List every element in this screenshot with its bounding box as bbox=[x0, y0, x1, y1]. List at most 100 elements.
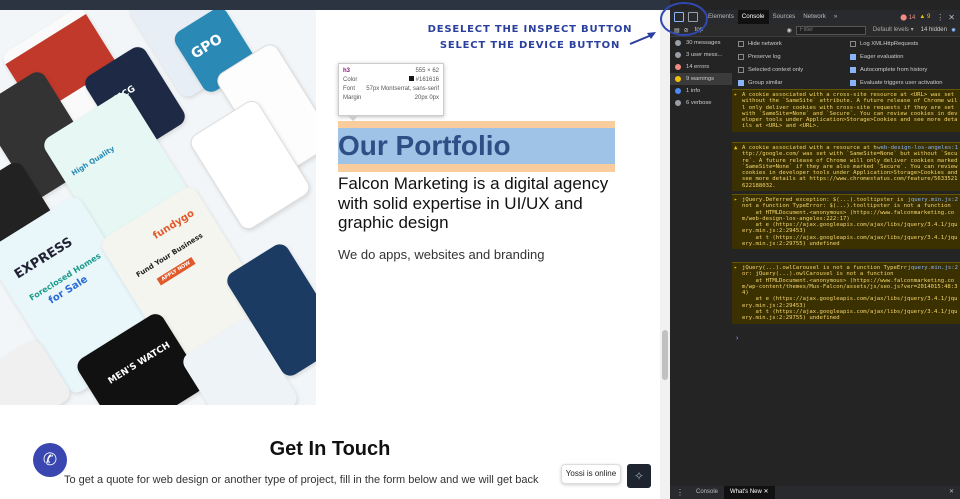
chat-avatar-button[interactable]: ✧ bbox=[627, 464, 651, 488]
tooltip-color-value: #161616 bbox=[415, 77, 439, 83]
agency-tagline: Falcon Marketing is a digital agency wit… bbox=[338, 174, 609, 232]
expand-arrow-icon[interactable]: ▸ bbox=[734, 92, 737, 98]
tooltip-size: 555 × 62 bbox=[415, 68, 439, 74]
console-sidebar-item[interactable]: 14 errors bbox=[670, 61, 732, 73]
checkbox-icon bbox=[850, 54, 856, 60]
console-messages: ▸ A cookie associated with a cross-site r… bbox=[732, 89, 960, 489]
console-warning-message[interactable]: ▸ jquery.min.js:2 jQuery.Deferred exceptio… bbox=[732, 194, 960, 250]
inspector-tooltip: h3 555 × 62 Color #161616 Font 57px Montser… bbox=[338, 63, 444, 116]
setting-label: Hide network bbox=[748, 41, 782, 47]
message-source-link[interactable]: jquery.min.js:2 bbox=[907, 265, 958, 271]
expand-arrow-icon[interactable]: ▸ bbox=[734, 197, 737, 203]
checkbox-icon bbox=[738, 80, 744, 86]
tooltip-margin-label: Margin bbox=[343, 95, 362, 101]
console-sidebar: 30 messages 3 user mess... 14 errors 9 warn… bbox=[670, 37, 732, 111]
tab-console[interactable]: Console bbox=[737, 10, 769, 24]
browser-top-bar bbox=[0, 0, 670, 10]
console-setting-checkbox[interactable]: Preserve log bbox=[738, 52, 781, 62]
console-warning-message[interactable]: ▲ web-design-los-angeles:1 A cookie associ… bbox=[732, 142, 960, 192]
console-settings: Hide network Log XMLHttpRequests Preserve … bbox=[734, 37, 960, 89]
page-scrollbar-thumb[interactable] bbox=[662, 330, 668, 380]
collage-text: GPO bbox=[188, 31, 226, 63]
error-count-badge[interactable]: ⬤ 14 bbox=[900, 14, 915, 21]
annotation-circle bbox=[660, 2, 708, 36]
setting-label: Preserve log bbox=[748, 54, 781, 60]
collage-text: MEN'S WATCH bbox=[106, 340, 173, 387]
close-drawer-icon[interactable]: ✕ bbox=[943, 486, 960, 499]
console-filter-input[interactable] bbox=[795, 25, 866, 35]
portfolio-heading: Our Portfolio bbox=[338, 130, 511, 161]
message-level-icon bbox=[675, 52, 681, 58]
console-sidebar-item[interactable]: 6 verbose bbox=[670, 97, 732, 109]
expand-arrow-icon[interactable]: ▸ bbox=[734, 265, 737, 271]
eye-icon[interactable]: ◉ bbox=[787, 27, 792, 34]
tab-network[interactable]: Network bbox=[799, 10, 830, 24]
close-devtools-icon[interactable]: ✕ bbox=[948, 13, 955, 22]
message-level-icon bbox=[675, 40, 681, 46]
checkbox-icon bbox=[850, 41, 856, 47]
website-viewport: GPO MCG High Quality EXPRESS Foreclosed … bbox=[0, 10, 660, 499]
tooltip-arrow-icon bbox=[348, 116, 358, 121]
collage-text: High Quality bbox=[70, 144, 117, 178]
portfolio-collage: GPO MCG High Quality EXPRESS Foreclosed … bbox=[0, 10, 316, 405]
checkbox-icon bbox=[850, 80, 856, 86]
message-level-icon bbox=[675, 100, 681, 106]
sidebar-item-label: 14 errors bbox=[686, 64, 710, 70]
drawer-tab-whats-new[interactable]: What's New ✕ bbox=[724, 486, 775, 499]
console-sidebar-item[interactable]: 3 user mess... bbox=[670, 49, 732, 61]
annotation-arrow-icon bbox=[629, 32, 656, 45]
checkbox-icon bbox=[738, 67, 744, 73]
tab-sources[interactable]: Sources bbox=[769, 10, 800, 24]
message-text: A cookie associated with a resource at h… bbox=[742, 145, 958, 189]
message-text: A cookie associated with a cross-site re… bbox=[742, 92, 958, 130]
hidden-count: 14 hidden bbox=[920, 27, 947, 33]
console-setting-checkbox[interactable]: Selected context only bbox=[738, 65, 803, 75]
sidebar-item-label: 1 info bbox=[686, 88, 701, 94]
console-warning-message[interactable]: ▸ A cookie associated with a cross-site r… bbox=[732, 89, 960, 132]
page-scrollbar[interactable] bbox=[660, 10, 670, 499]
levels-dropdown[interactable]: Default levels ▾ bbox=[870, 26, 917, 35]
message-level-icon bbox=[675, 76, 681, 82]
console-setting-checkbox[interactable]: Evaluate triggers user activation bbox=[850, 78, 943, 88]
drawer-tab-bar: ⋮ Console What's New ✕ ✕ bbox=[670, 486, 960, 499]
warning-count-badge[interactable]: ▲ 9 bbox=[919, 14, 930, 20]
console-setting-checkbox[interactable]: Log XMLHttpRequests bbox=[850, 39, 918, 49]
console-setting-checkbox[interactable]: Group similar bbox=[738, 78, 782, 88]
expand-arrow-icon[interactable]: ▲ bbox=[734, 145, 737, 151]
console-setting-checkbox[interactable]: Autocomplete from history bbox=[850, 65, 927, 75]
console-sidebar-item[interactable]: 9 warnings bbox=[670, 73, 732, 85]
tutorial-annotation: DESELECT THE INSPECT BUTTON SELECT THE D… bbox=[425, 22, 635, 54]
tooltip-font-value: 57px Montserrat, sans-serif bbox=[366, 86, 439, 92]
devtools-settings-icon[interactable]: ⋮ bbox=[936, 13, 944, 22]
devtools-panel: Elements Console Sources Network » ⬤ 14 … bbox=[670, 0, 960, 499]
setting-label: Log XMLHttpRequests bbox=[860, 41, 919, 47]
sidebar-item-label: 9 warnings bbox=[686, 76, 715, 82]
console-sidebar-item[interactable]: 1 info bbox=[670, 85, 732, 97]
message-level-icon bbox=[675, 64, 681, 70]
drawer-tab-console[interactable]: Console bbox=[690, 486, 724, 499]
sidebar-item-label: 6 verbose bbox=[686, 100, 712, 106]
console-sidebar-item[interactable]: 30 messages bbox=[670, 37, 732, 49]
console-toolbar: ▤ ⊘ top ◉ Default levels ▾ 14 hidden ✹ bbox=[670, 24, 960, 37]
console-setting-checkbox[interactable]: Hide network bbox=[738, 39, 782, 49]
console-setting-checkbox[interactable]: Eager evaluation bbox=[850, 52, 904, 62]
phone-call-button[interactable]: ✆ bbox=[33, 443, 67, 477]
error-count: 14 bbox=[908, 14, 916, 21]
message-text: jQuery.Deferred exception: $(...).toolti… bbox=[742, 197, 958, 248]
warning-count: 9 bbox=[926, 14, 931, 20]
message-level-icon bbox=[675, 88, 681, 94]
tab-elements[interactable]: Elements bbox=[704, 10, 738, 24]
chat-status-bubble[interactable]: Yossi is online bbox=[561, 464, 621, 484]
tooltip-font-label: Font bbox=[343, 86, 356, 92]
drawer-menu-icon[interactable]: ⋮ bbox=[670, 486, 690, 499]
checkbox-icon bbox=[738, 54, 744, 60]
setting-label: Autocomplete from history bbox=[860, 67, 928, 73]
phone-icon: ✆ bbox=[42, 450, 58, 469]
setting-label: Selected context only bbox=[748, 67, 804, 73]
tab-more[interactable]: » bbox=[830, 10, 841, 24]
console-settings-gear-icon[interactable]: ✹ bbox=[951, 27, 956, 34]
console-prompt-icon[interactable]: › bbox=[736, 335, 738, 342]
devtools-tab-bar: Elements Console Sources Network » ⬤ 14 … bbox=[670, 10, 960, 24]
tooltip-color-label: Color bbox=[343, 77, 358, 83]
console-warning-message[interactable]: ▸ jquery.min.js:2 jQuery(...).owlCarousel … bbox=[732, 262, 960, 324]
